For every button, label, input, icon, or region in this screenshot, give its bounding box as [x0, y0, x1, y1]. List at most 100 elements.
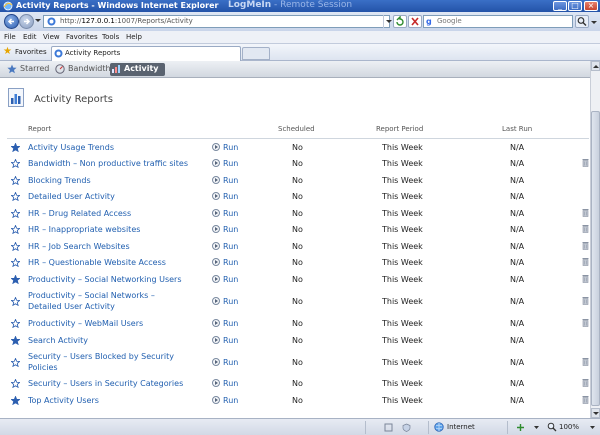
menu-tools[interactable]: Tools — [102, 33, 119, 41]
column-header-report[interactable]: Report — [28, 125, 51, 137]
run-report-button[interactable]: Run — [212, 242, 238, 251]
forward-button[interactable] — [19, 14, 34, 29]
maximize-button[interactable]: □ — [568, 1, 582, 11]
address-input[interactable]: http://127.0.0.1:1007/Reports/Activity — [43, 15, 390, 28]
run-report-button[interactable]: Run — [212, 358, 238, 367]
column-header-last-run[interactable]: Last Run — [502, 125, 532, 137]
delete-trash-icon[interactable] — [582, 296, 589, 305]
star-outline-icon[interactable] — [11, 209, 20, 218]
star-filled-icon[interactable] — [11, 275, 20, 284]
column-header-report-period[interactable]: Report Period — [376, 125, 423, 137]
star-filled-icon[interactable] — [11, 143, 20, 152]
run-report-button[interactable]: Run — [212, 209, 238, 218]
star-outline-icon[interactable] — [11, 358, 20, 367]
delete-trash-icon[interactable] — [582, 241, 589, 250]
run-label: Run — [223, 159, 239, 168]
scheduled-value: No — [292, 358, 303, 367]
delete-trash-icon[interactable] — [582, 318, 589, 327]
run-report-button[interactable]: Run — [212, 396, 238, 405]
star-outline-icon[interactable] — [11, 297, 20, 306]
run-report-button[interactable]: Run — [212, 225, 238, 234]
report-name-link[interactable]: HR – Drug Related Access — [28, 208, 188, 219]
close-window-button[interactable]: × — [584, 1, 598, 11]
delete-trash-icon[interactable] — [582, 378, 589, 387]
report-name-link[interactable]: Security – Users Blocked by Security Pol… — [28, 351, 188, 373]
star-outline-icon[interactable] — [11, 192, 20, 201]
nav-activity[interactable]: Activity — [110, 63, 165, 76]
star-outline-icon[interactable] — [11, 379, 20, 388]
vertical-scrollbar[interactable] — [590, 61, 600, 418]
menu-help[interactable]: Help — [126, 33, 142, 41]
star-outline-icon[interactable] — [11, 242, 20, 251]
zoom-level[interactable]: 100% — [547, 422, 579, 432]
report-name-link[interactable]: HR – Inappropriate websites — [28, 224, 188, 235]
search-options-dropdown[interactable] — [591, 21, 597, 24]
nav-bandwidth[interactable]: Bandwidth — [54, 63, 111, 76]
run-report-button[interactable]: Run — [212, 258, 238, 267]
minimize-button[interactable]: _ — [553, 1, 567, 11]
report-name-link[interactable]: Productivity – Social Networks – Detaile… — [28, 290, 188, 312]
report-name-link[interactable]: Productivity – WebMail Users — [28, 318, 188, 329]
new-tab-button[interactable] — [242, 47, 270, 60]
browser-tab-activity-reports[interactable]: Activity Reports — [51, 46, 241, 61]
run-report-button[interactable]: Run — [212, 319, 238, 328]
zoom-dropdown-arrow-icon[interactable] — [532, 423, 541, 432]
report-name-link[interactable]: Top Activity Users — [28, 395, 188, 406]
star-outline-icon[interactable] — [11, 176, 20, 185]
delete-trash-icon[interactable] — [582, 274, 589, 283]
column-header-scheduled[interactable]: Scheduled — [278, 125, 315, 137]
search-input[interactable]: g Google — [423, 15, 573, 28]
star-outline-icon[interactable] — [11, 258, 20, 267]
star-filled-icon[interactable] — [11, 336, 20, 345]
favorites-button[interactable]: ★ Favorites — [1, 46, 51, 59]
report-name-link[interactable]: Search Activity — [28, 335, 188, 346]
menu-edit[interactable]: Edit — [23, 33, 37, 41]
refresh-button[interactable] — [393, 15, 407, 28]
run-report-button[interactable]: Run — [212, 297, 238, 306]
search-button[interactable] — [575, 15, 589, 28]
star-outline-icon[interactable] — [11, 319, 20, 328]
run-report-button[interactable]: Run — [212, 176, 238, 185]
scroll-up-button[interactable] — [591, 61, 600, 71]
back-button[interactable] — [4, 14, 19, 29]
delete-trash-icon[interactable] — [582, 208, 589, 217]
nav-starred[interactable]: Starred — [6, 63, 49, 76]
menu-favorites[interactable]: Favorites — [66, 33, 98, 41]
delete-trash-icon[interactable] — [582, 224, 589, 233]
run-report-button[interactable]: Run — [212, 336, 238, 345]
star-outline-icon[interactable] — [11, 159, 20, 168]
star-outline-icon[interactable] — [11, 225, 20, 234]
scrollbar-thumb[interactable] — [591, 111, 600, 406]
report-period-value: This Week — [382, 176, 423, 185]
favorites-bar: ★ Favorites Activity Reports — [0, 44, 600, 61]
run-report-button[interactable]: Run — [212, 379, 238, 388]
menu-file[interactable]: File — [4, 33, 16, 41]
menu-view[interactable]: View — [43, 33, 60, 41]
delete-trash-icon[interactable] — [582, 395, 589, 404]
delete-trash-icon[interactable] — [582, 357, 589, 366]
stop-button[interactable] — [408, 15, 422, 28]
security-status-icon — [402, 423, 411, 432]
report-name-link[interactable]: Activity Usage Trends — [28, 142, 188, 153]
last-run-value: N/A — [510, 379, 525, 388]
report-name-link[interactable]: HR – Questionable Website Access — [28, 257, 188, 268]
run-report-button[interactable]: Run — [212, 192, 238, 201]
run-report-button[interactable]: Run — [212, 143, 238, 152]
report-name-link[interactable]: HR – Job Search Websites — [28, 241, 188, 252]
address-dropdown[interactable] — [383, 15, 392, 28]
report-name-link[interactable]: Bandwidth – Non productive traffic sites — [28, 158, 188, 169]
star-filled-icon[interactable] — [11, 396, 20, 405]
delete-trash-icon[interactable] — [582, 257, 589, 266]
google-icon: g — [426, 17, 432, 26]
recent-pages-dropdown[interactable] — [35, 19, 41, 22]
run-report-button[interactable]: Run — [212, 159, 238, 168]
report-name-link[interactable]: Security – Users in Security Categories — [28, 378, 188, 389]
last-run-value: N/A — [510, 319, 525, 328]
report-name-link[interactable]: Productivity – Social Networking Users — [28, 274, 188, 285]
report-name-link[interactable]: Detailed User Activity — [28, 191, 188, 202]
delete-trash-icon[interactable] — [582, 158, 589, 167]
run-report-button[interactable]: Run — [212, 275, 238, 284]
scroll-down-button[interactable] — [591, 408, 600, 418]
zoom-options-arrow-icon[interactable] — [588, 423, 597, 432]
report-name-link[interactable]: Blocking Trends — [28, 175, 188, 186]
